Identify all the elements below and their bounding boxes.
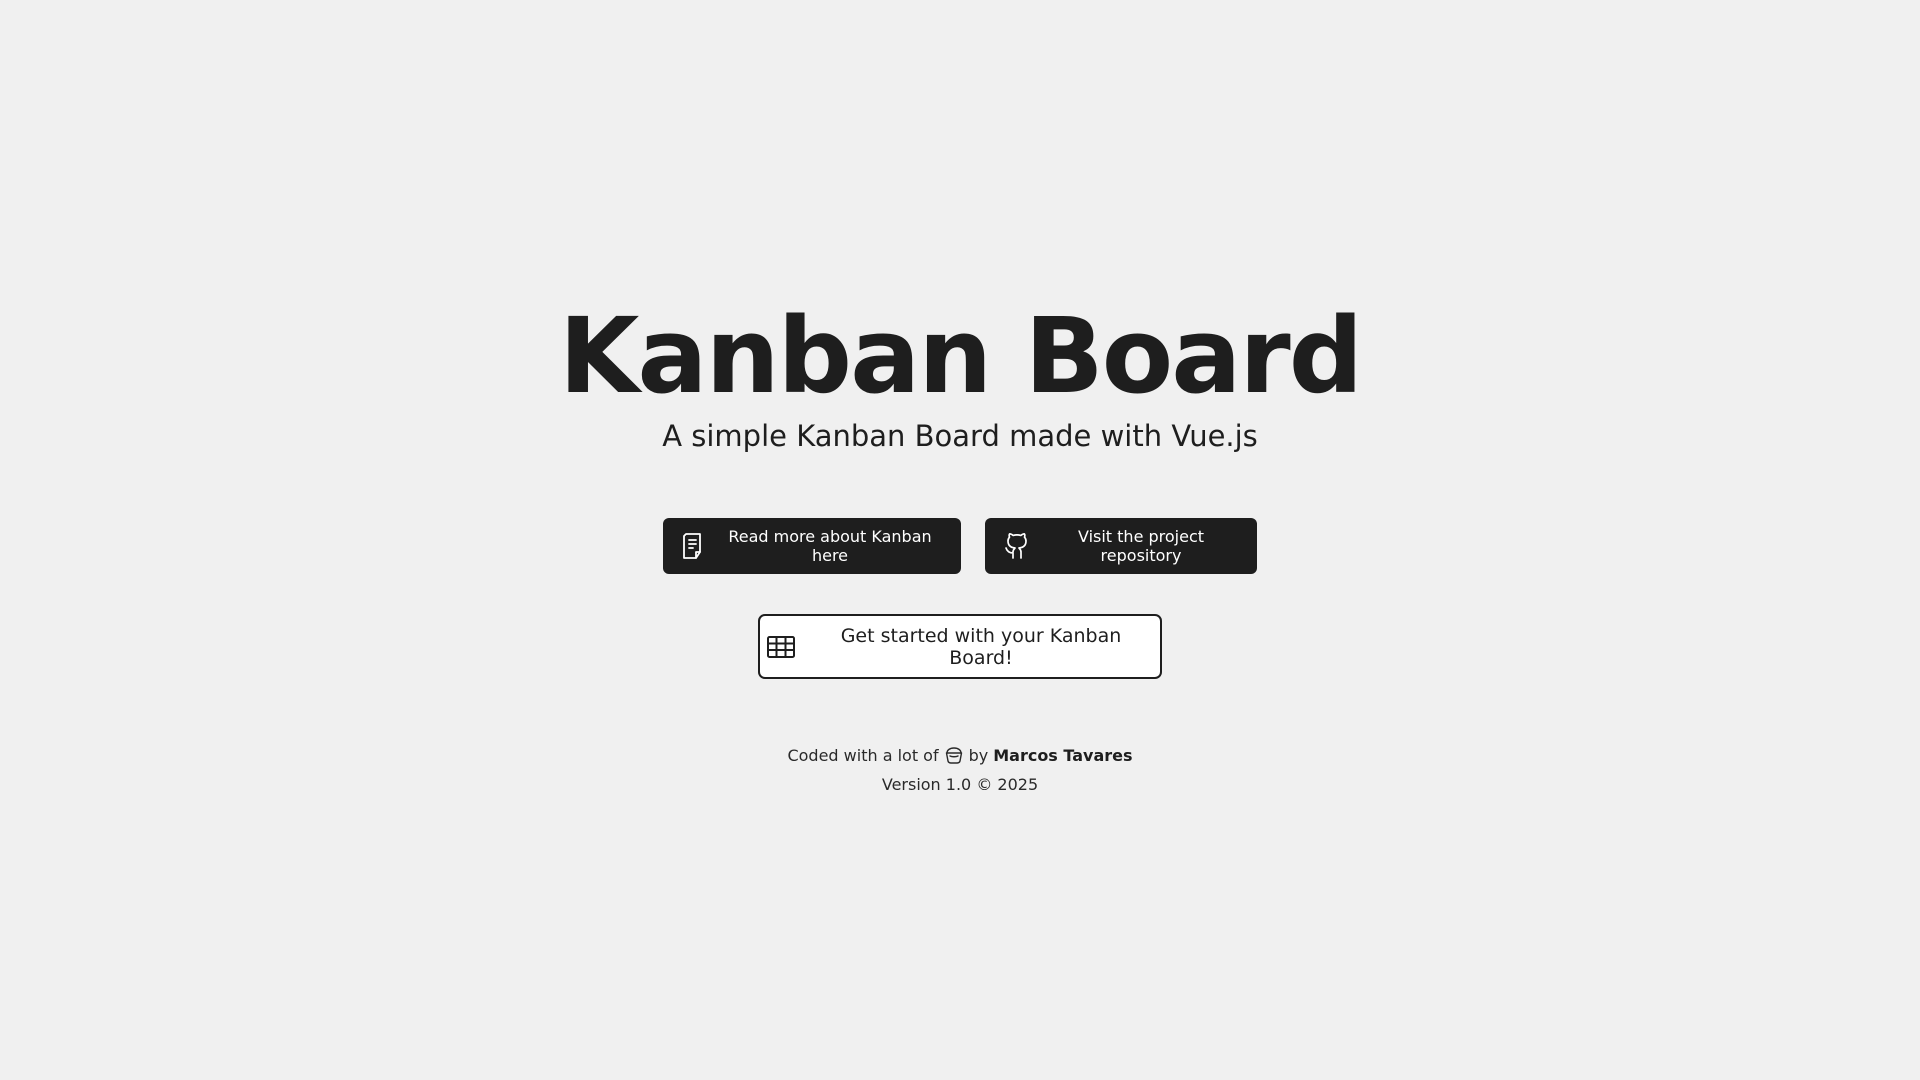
action-buttons-row: Read more about Kanban here Visit the pr… xyxy=(0,518,1920,574)
repository-label: Visit the project repository xyxy=(1077,527,1205,565)
version-text: Version 1.0 © 2025 xyxy=(881,775,1039,794)
landing-page: Kanban Board A simple Kanban Board made … xyxy=(0,0,1920,1080)
page-subtitle: A simple Kanban Board made with Vue.js xyxy=(662,419,1258,453)
read-more-label: Read more about Kanban here xyxy=(728,527,932,565)
by-text: by xyxy=(968,745,989,765)
coded-prefix: Coded with a lot of xyxy=(787,745,939,765)
coffee-icon xyxy=(944,746,964,764)
github-icon xyxy=(1003,532,1031,560)
table-icon xyxy=(766,635,796,659)
get-started-label: Get started with your Kanban Board! xyxy=(840,624,1122,669)
footer-credits: Coded with a lot of by Marcos Tavares xyxy=(0,740,1920,770)
repository-button[interactable]: Visit the project repository xyxy=(985,518,1257,574)
read-more-button[interactable]: Read more about Kanban here xyxy=(663,518,961,574)
document-icon xyxy=(681,532,705,560)
author-name: Marcos Tavares xyxy=(993,745,1133,765)
footer: Coded with a lot of by Marcos Tavares Ve… xyxy=(0,740,1920,800)
page-title: Kanban Board xyxy=(558,295,1363,417)
get-started-button[interactable]: Get started with your Kanban Board! xyxy=(758,614,1162,679)
